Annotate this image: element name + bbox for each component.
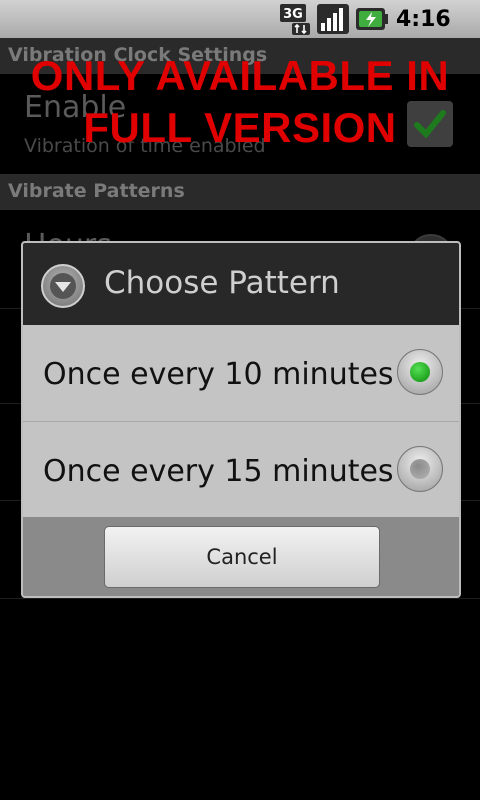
radio-selected-icon[interactable]: [397, 349, 443, 395]
radio-unselected-icon[interactable]: [397, 446, 443, 492]
pattern-options-list: Once every 10 minutes Once every 15 minu…: [23, 325, 459, 517]
network-3g-icon: 3G: [279, 3, 311, 35]
option-10-minutes[interactable]: Once every 10 minutes: [23, 325, 459, 422]
dialog-title: Choose Pattern: [104, 265, 340, 301]
divider: [0, 598, 480, 599]
dialog-title-bar: Choose Pattern: [23, 243, 459, 325]
option-label: Once every 15 minutes: [43, 454, 394, 489]
cancel-button[interactable]: Cancel: [104, 526, 380, 588]
dropdown-arrow-icon: [41, 264, 85, 308]
banner-line-2: FULL VERSION: [83, 104, 397, 151]
option-label: Once every 10 minutes: [43, 357, 394, 392]
banner-line-1: ONLY AVAILABLE IN: [30, 52, 450, 99]
battery-charging-icon: [355, 5, 389, 33]
full-version-banner: ONLY AVAILABLE IN FULL VERSION: [0, 50, 480, 154]
section-header-patterns-label: Vibrate Patterns: [8, 180, 185, 202]
choose-pattern-dialog: Choose Pattern Once every 10 minutes Onc…: [21, 241, 461, 598]
status-bar: 3G 4:16 PM: [0, 0, 480, 55]
clock-time: 4:16: [396, 7, 451, 32]
option-15-minutes[interactable]: Once every 15 minutes: [23, 422, 459, 518]
network-label: 3G: [283, 7, 303, 22]
dialog-button-bar: Cancel: [23, 517, 459, 596]
section-header-patterns: Vibrate Patterns: [0, 174, 480, 210]
signal-strength-icon: [316, 3, 350, 35]
